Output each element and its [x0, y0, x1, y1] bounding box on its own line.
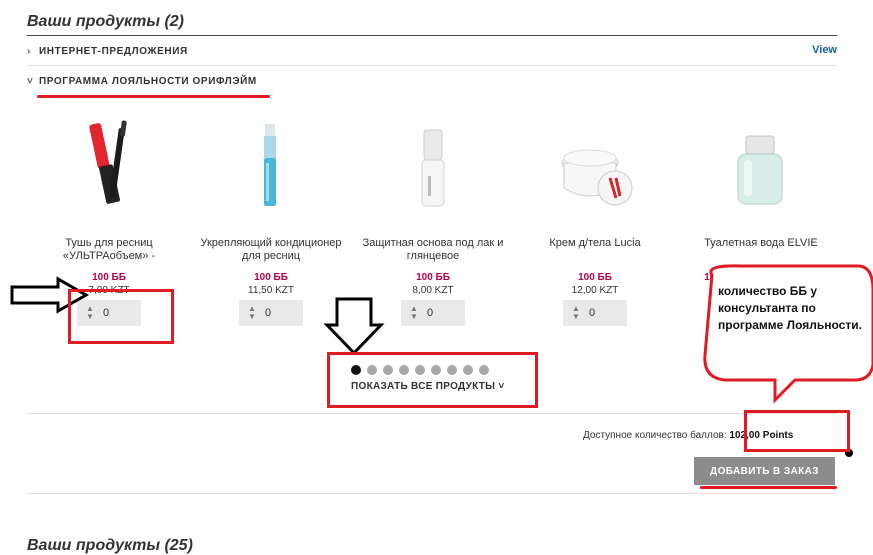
quantity-stepper[interactable]: ▲ ▼ 0: [563, 300, 627, 326]
product-image-body-cream[interactable]: [520, 118, 670, 213]
product-price: 11,50 KZT: [248, 285, 294, 296]
product-name[interactable]: Туалетная вода ELVIE: [686, 237, 836, 263]
product-points: 100 ББ: [416, 272, 450, 283]
product-points: 100 points + 995,00 KZT: [704, 272, 818, 283]
quantity-stepper[interactable]: ▲ ▼ 0: [239, 300, 303, 326]
product-card: Крем д/тела Lucia 100 ББ 12,00 KZT ▲ ▼ 0: [520, 118, 670, 326]
red-underline: [700, 486, 837, 489]
divider: [27, 493, 837, 494]
product-card: Туалетная вода ELVIE 100 points + 995,00…: [686, 118, 836, 283]
product-name[interactable]: Защитная основа под лак и глянцевое: [358, 237, 508, 263]
quantity-value[interactable]: 0: [265, 307, 303, 319]
red-underline: [37, 95, 270, 98]
accordion-internet-offers[interactable]: › ИНТЕРНЕТ-ПРЕДЛОЖЕНИЯ View: [27, 41, 837, 61]
available-points-label: Доступное количество баллов:: [583, 430, 727, 441]
product-image-lash-conditioner[interactable]: [196, 118, 346, 213]
product-name[interactable]: Тушь для ресниц «УЛЬТРАобъем» -: [34, 237, 184, 263]
product-image-mascara[interactable]: [34, 118, 184, 213]
product-points: 100 ББ: [254, 272, 288, 283]
accordion-label: ИНТЕРНЕТ-ПРЕДЛОЖЕНИЯ: [39, 45, 188, 57]
product-price: 8,00 KZT: [412, 285, 454, 296]
quantity-value[interactable]: 0: [427, 307, 465, 319]
updown-arrows-icon[interactable]: ▲ ▼: [563, 305, 589, 321]
product-points: 100 ББ: [578, 272, 612, 283]
divider: [27, 65, 837, 66]
highlight-box-points: [744, 410, 850, 452]
quantity-stepper[interactable]: ▲ ▼ 0: [401, 300, 465, 326]
product-image-eau-de-toilette[interactable]: [686, 118, 836, 213]
updown-arrows-icon[interactable]: ▲ ▼: [239, 305, 265, 321]
divider: [27, 413, 837, 414]
product-name[interactable]: Крем д/тела Lucia: [520, 237, 670, 263]
product-card: Защитная основа под лак и глянцевое 100 …: [358, 118, 508, 326]
chevron-down-icon: ˅: [27, 75, 34, 87]
updown-arrows-icon[interactable]: ▲ ▼: [401, 305, 427, 321]
divider: [27, 35, 837, 36]
section-title-your-products: Ваши продукты (25): [27, 537, 193, 554]
section-title-your-products: Ваши продукты (2): [27, 13, 185, 30]
product-image-base-coat[interactable]: [358, 118, 508, 213]
highlight-box-show-all: [327, 352, 538, 408]
accordion-loyalty-program[interactable]: ˅ ПРОГРАММА ЛОЯЛЬНОСТИ ОРИФЛЭЙМ: [27, 71, 837, 91]
quantity-value[interactable]: 0: [589, 307, 627, 319]
accordion-label: ПРОГРАММА ЛОЯЛЬНОСТИ ОРИФЛЭЙМ: [39, 75, 257, 87]
highlight-box-stepper: [68, 289, 174, 344]
annotation-note: количество ББ у консультанта по программ…: [718, 284, 862, 332]
chevron-right-icon: ›: [27, 45, 31, 57]
add-to-order-button[interactable]: ДОБАВИТЬ В ЗАКАЗ: [694, 457, 835, 485]
product-points: 100 ББ: [92, 272, 126, 283]
view-link[interactable]: View: [812, 44, 837, 56]
product-card: Укрепляющий кондиционер для ресниц 100 Б…: [196, 118, 346, 326]
product-price: 12,00 KZT: [571, 285, 619, 296]
product-name[interactable]: Укрепляющий кондиционер для ресниц: [196, 237, 346, 263]
